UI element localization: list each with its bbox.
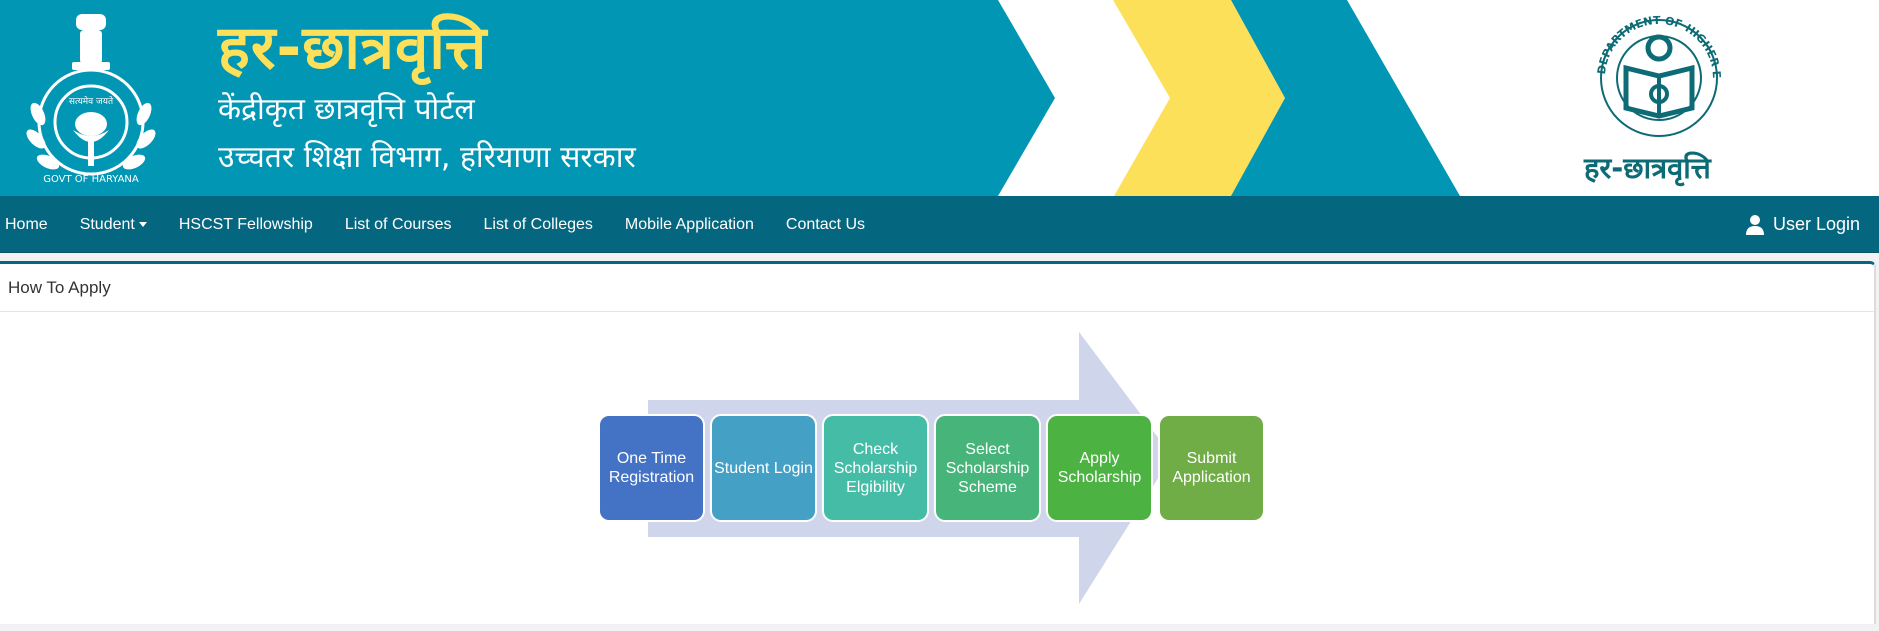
svg-text:DEPARTMENT OF HIGHER EDUCATION: DEPARTMENT OF HIGHER EDUCATION HARYANA — [1584, 12, 1723, 79]
haryana-emblem-logo: सत्यमेव जयते GOVT OF HARYANA — [26, 14, 156, 185]
step-student-login[interactable]: Student Login — [710, 414, 817, 522]
step-one-time-registration[interactable]: One Time Registration — [598, 414, 705, 522]
dhe-haryana-logo: DEPARTMENT OF HIGHER EDUCATION HARYANA — [1584, 12, 1723, 137]
apply-process-diagram: One Time Registration Student Login Chec… — [598, 332, 1265, 604]
portal-title: हर-छात्रवृत्ति — [218, 13, 488, 83]
site-header-banner: सत्यमेव जयते GOVT OF HARYANA हर-छात्रवृत… — [0, 0, 1879, 196]
user-login-button[interactable]: User Login — [1745, 196, 1860, 253]
svg-text:सत्यमेव जयते: सत्यमेव जयते — [69, 95, 114, 107]
nav-list-of-colleges[interactable]: List of Colleges — [479, 196, 609, 253]
department-name: उच्चतर शिक्षा विभाग, हरियाणा सरकार — [218, 140, 636, 175]
nav-student-dropdown[interactable]: Student — [75, 196, 163, 253]
user-login-label: User Login — [1772, 214, 1860, 234]
main-navbar: Home Student HSCST Fellowship List of Co… — [0, 196, 1879, 253]
step-apply-scholarship[interactable]: Apply Scholarship — [1046, 414, 1153, 522]
svg-text:GOVT OF HARYANA: GOVT OF HARYANA — [43, 174, 139, 185]
how-to-apply-card: How To Apply One Time Registration Stude… — [0, 261, 1876, 624]
user-icon — [1745, 214, 1764, 235]
nav-menu: Home Student HSCST Fellowship List of Co… — [0, 196, 892, 253]
nav-contact-us[interactable]: Contact Us — [781, 196, 881, 253]
step-check-eligibility[interactable]: Check Scholarship Elgibility — [822, 414, 929, 522]
step-select-scheme[interactable]: Select Scholarship Scheme — [934, 414, 1041, 522]
nav-home[interactable]: Home — [0, 196, 64, 253]
dhe-logo-caption: हर-छात्रवृत्ति — [1584, 151, 1711, 185]
nav-hscst-fellowship[interactable]: HSCST Fellowship — [174, 196, 329, 253]
portal-subtitle: केंद्रीकृत छात्रवृत्ति पोर्टल — [218, 92, 475, 127]
nav-student-label: Student — [79, 216, 135, 233]
nav-mobile-application[interactable]: Mobile Application — [620, 196, 770, 253]
caret-down-icon — [138, 222, 147, 228]
step-submit-application[interactable]: Submit Application — [1158, 414, 1265, 522]
nav-list-of-courses[interactable]: List of Courses — [340, 196, 468, 253]
card-title: How To Apply — [0, 264, 1874, 312]
